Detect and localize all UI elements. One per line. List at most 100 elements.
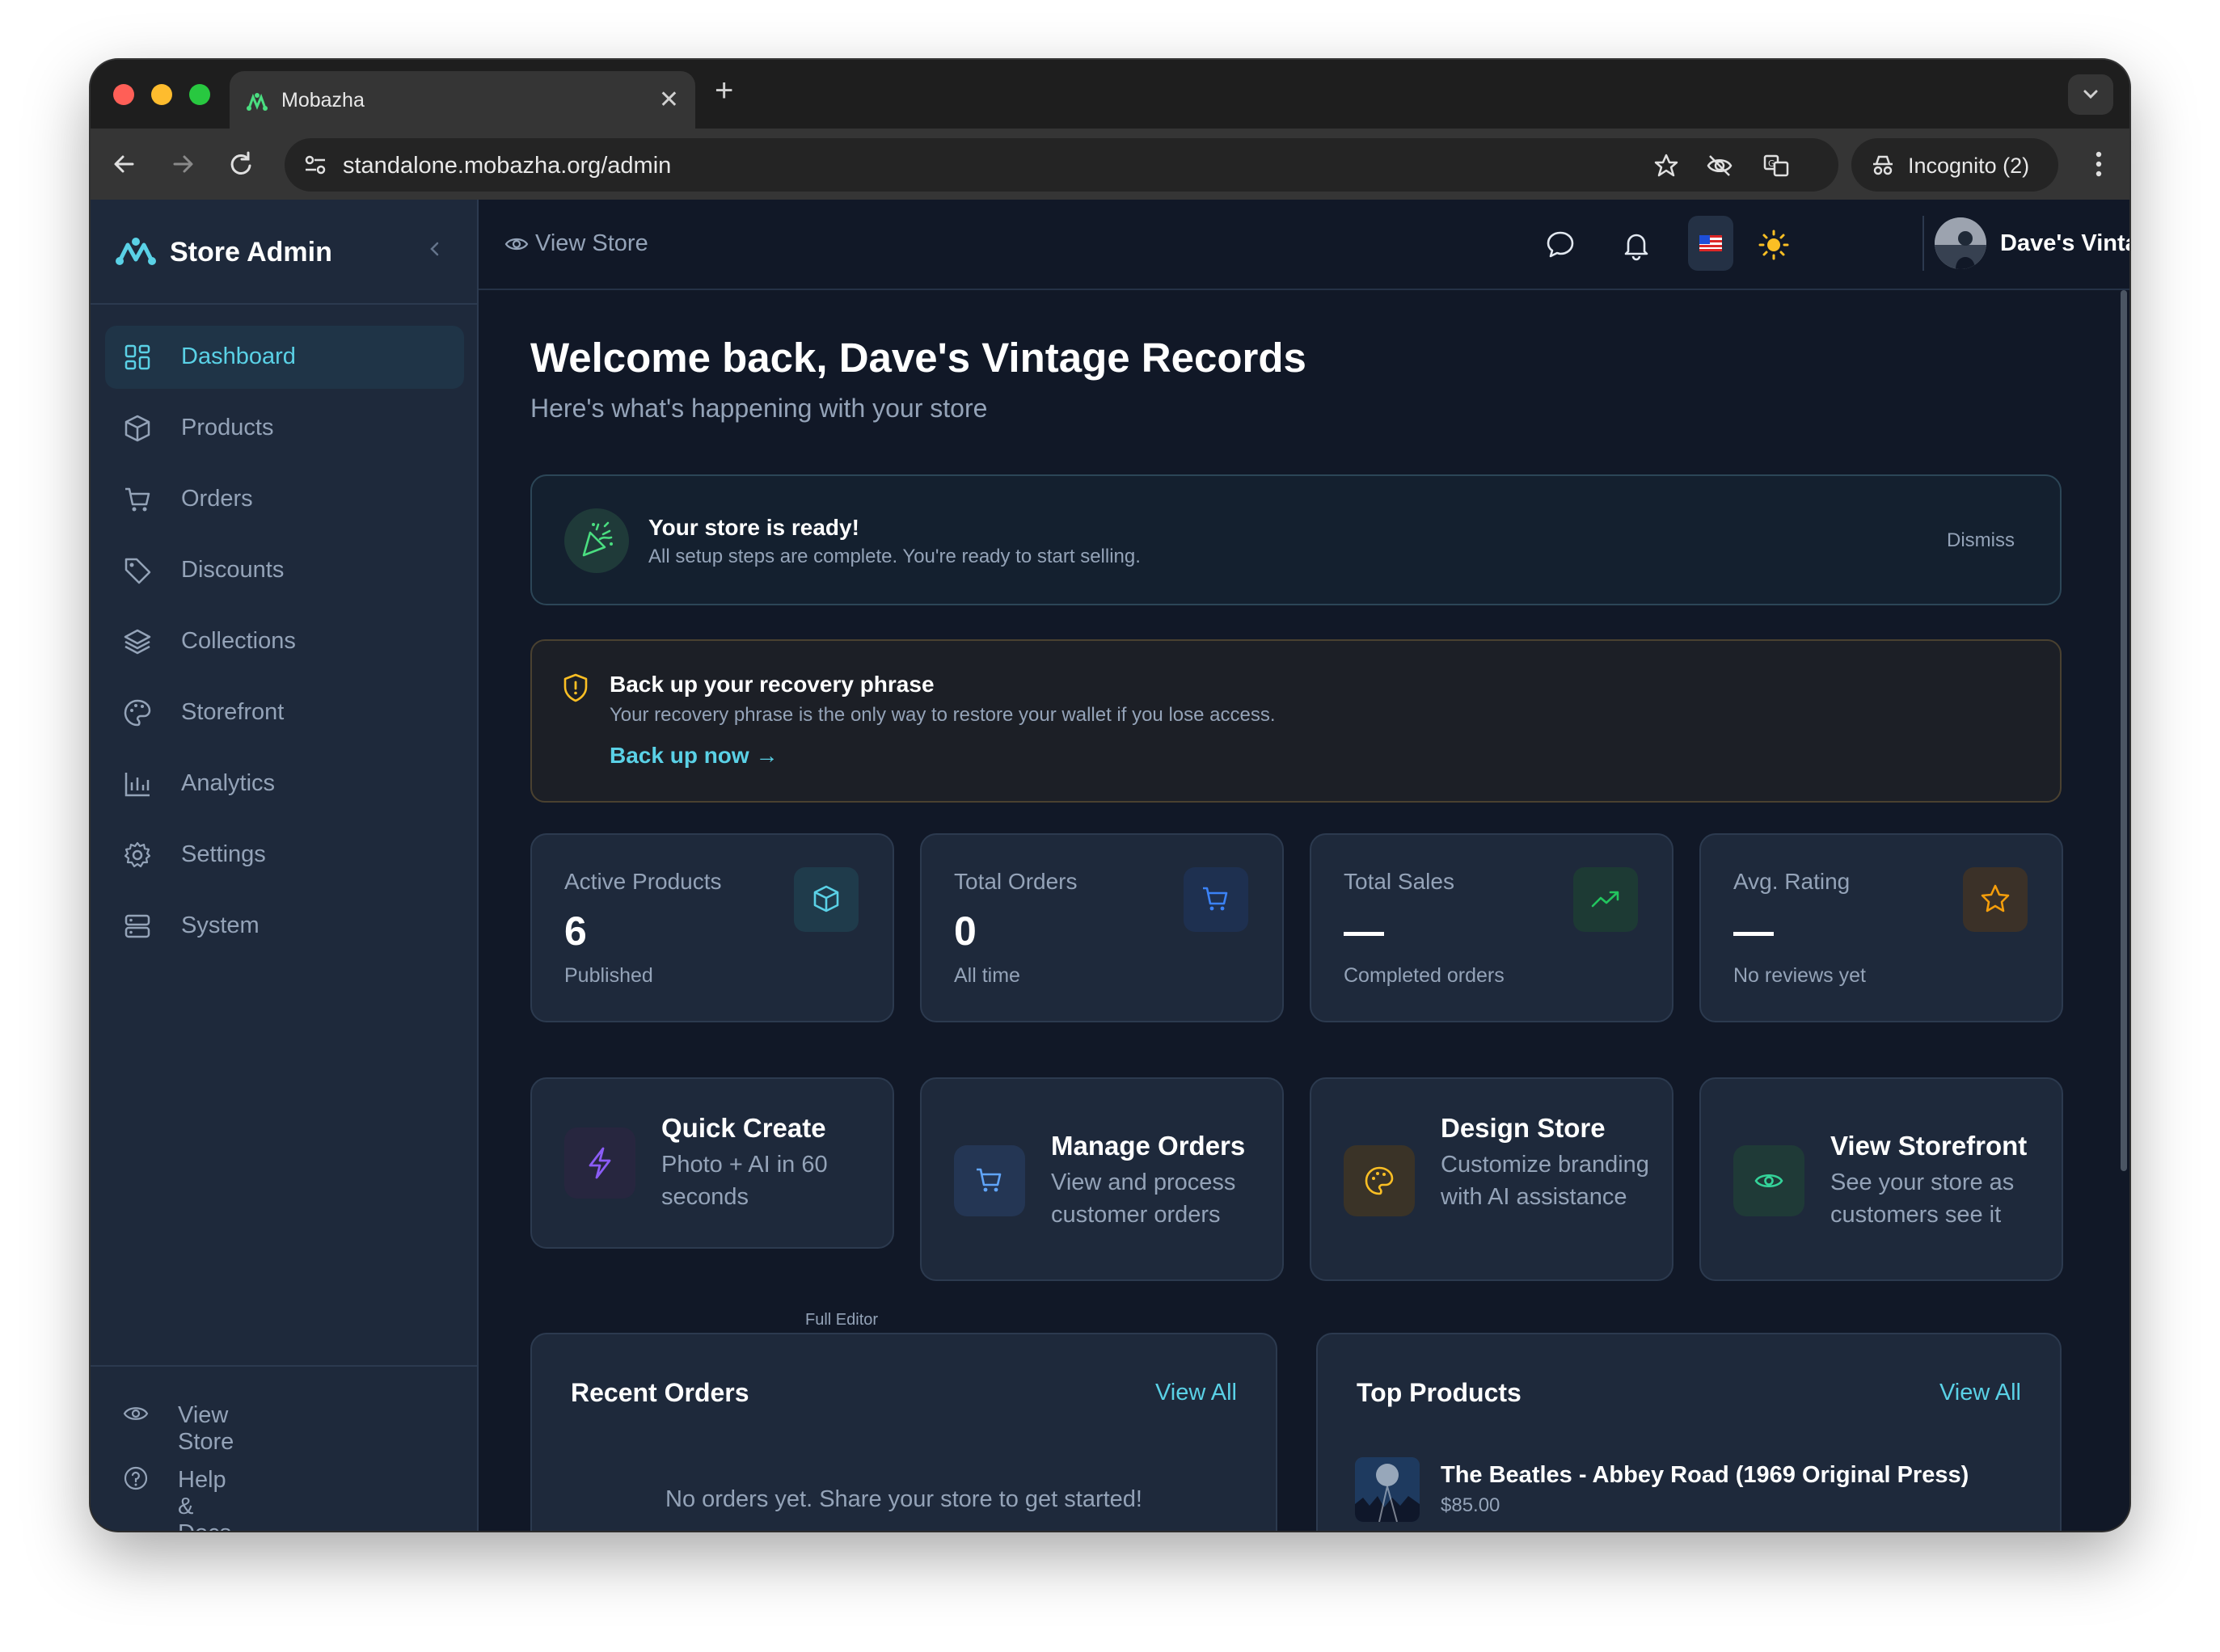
sidebar-item-analytics[interactable]: Analytics: [105, 752, 464, 815]
bell-icon[interactable]: [1620, 229, 1652, 261]
backup-subtitle: Your recovery phrase is the only way to …: [610, 704, 1276, 726]
view-all-orders-link[interactable]: View All: [1155, 1380, 1237, 1406]
stat-card-avg-rating[interactable]: Avg. Rating — No reviews yet: [1699, 833, 2063, 1022]
eye-off-icon[interactable]: [1706, 152, 1733, 179]
cart-icon: [1184, 867, 1248, 932]
collapse-sidebar-icon[interactable]: [422, 237, 446, 261]
sidebar-item-system[interactable]: System: [105, 895, 464, 958]
star-icon: [1963, 867, 2028, 932]
dismiss-button[interactable]: Dismiss: [1947, 529, 2015, 552]
eye-icon: [504, 238, 529, 251]
product-price: $85.00: [1441, 1494, 1500, 1516]
scrollbar[interactable]: [2118, 290, 2129, 1171]
sidebar-item-products[interactable]: Products: [105, 397, 464, 460]
page-subtitle: Here's what's happening with your store: [530, 394, 988, 423]
sidebar-item-label: Dashboard: [181, 343, 296, 369]
stat-card-total-sales[interactable]: Total Sales — Completed orders: [1310, 833, 1673, 1022]
divider: [91, 1365, 477, 1367]
stat-sublabel: Completed orders: [1344, 964, 1505, 987]
stat-card-active-products[interactable]: Active Products 6 Published: [530, 833, 894, 1022]
sidebar-item-label: Settings: [181, 841, 266, 867]
stat-sublabel: All time: [954, 964, 1020, 987]
translate-icon[interactable]: G: [1762, 152, 1790, 179]
chat-icon[interactable]: [1544, 229, 1576, 261]
close-window-button[interactable]: [113, 84, 134, 105]
stat-sublabel: No reviews yet: [1733, 964, 1866, 987]
browser-menu-icon[interactable]: [2092, 148, 2105, 180]
sidebar-item-discounts[interactable]: Discounts: [105, 539, 464, 602]
quick-action-subtitle: Photo + AI in 60 seconds: [661, 1152, 828, 1210]
store-ready-banner: Your store is ready! All setup steps are…: [530, 474, 2062, 605]
browser-window: Mobazha ✕ + standalone.mobazha.org/admin…: [91, 60, 2129, 1531]
tab-close-icon[interactable]: ✕: [659, 86, 679, 114]
full-editor-link[interactable]: Full Editor: [805, 1311, 878, 1330]
sidebar-item-dashboard[interactable]: Dashboard: [105, 326, 464, 389]
gear-icon: [124, 841, 151, 868]
top-products-panel: Top Products View All The Beatles - Abbe…: [1316, 1333, 2062, 1531]
dashboard-content: Welcome back, Dave's Vintage Records Her…: [479, 290, 2129, 1531]
stat-card-total-orders[interactable]: Total Orders 0 All time: [920, 833, 1284, 1022]
sidebar-item-label: Analytics: [181, 770, 276, 796]
quick-create-card[interactable]: Quick Create Photo + AI in 60 seconds: [530, 1077, 894, 1249]
panel-title: Recent Orders: [571, 1378, 749, 1407]
eye-icon: [123, 1407, 149, 1420]
quick-action-subtitle: View and process customer orders: [1051, 1169, 1236, 1228]
palette-icon: [1344, 1145, 1415, 1216]
us-flag-icon: [1699, 235, 1722, 251]
url-text: standalone.mobazha.org/admin: [343, 153, 672, 179]
backup-phrase-banner: Back up your recovery phrase Your recove…: [530, 639, 2062, 803]
browser-tab[interactable]: Mobazha ✕: [230, 71, 695, 129]
stat-value: 6: [564, 908, 587, 954]
manage-orders-card[interactable]: Manage Orders View and process customer …: [920, 1077, 1284, 1281]
bookmark-star-icon[interactable]: [1652, 152, 1680, 179]
box-icon: [794, 867, 859, 932]
layers-icon: [124, 629, 151, 655]
recent-orders-panel: Recent Orders View All No orders yet. Sh…: [530, 1333, 1277, 1531]
eye-icon: [1733, 1145, 1804, 1216]
store-name[interactable]: Dave's Vintage ...: [2000, 230, 2129, 257]
quick-action-title: Manage Orders: [1051, 1131, 1246, 1161]
quick-action-title: Design Store: [1441, 1113, 1606, 1143]
back-up-now-link[interactable]: Back up now →: [610, 743, 778, 769]
language-selector[interactable]: [1688, 216, 1733, 271]
party-popper-icon: [564, 508, 629, 573]
back-icon[interactable]: [107, 146, 142, 182]
incognito-button[interactable]: Incognito (2): [1851, 138, 2058, 192]
help-icon: [124, 1466, 148, 1490]
stat-value: —: [1733, 908, 1774, 954]
view-all-products-link[interactable]: View All: [1939, 1380, 2021, 1406]
shield-alert-icon: [563, 673, 588, 702]
divider: [1922, 216, 1924, 271]
cart-icon: [125, 487, 150, 512]
tab-search-button[interactable]: [2068, 74, 2113, 115]
mobazha-logo-icon: [116, 238, 156, 265]
page-title: Welcome back, Dave's Vintage Records: [530, 335, 1306, 381]
panel-title: Top Products: [1357, 1378, 1522, 1407]
new-tab-icon[interactable]: +: [715, 74, 733, 107]
scrollbar-thumb[interactable]: [2121, 290, 2127, 1171]
reload-icon[interactable]: [223, 146, 259, 182]
forward-icon[interactable]: [165, 146, 200, 182]
sidebar-item-orders[interactable]: Orders: [105, 468, 464, 531]
admin-app: Store Admin Dashboard Products Orders Di…: [91, 200, 2129, 1531]
bar-chart-icon: [125, 773, 150, 797]
tab-title: Mobazha: [281, 89, 365, 112]
address-bar[interactable]: standalone.mobazha.org/admin G: [285, 138, 1838, 192]
stat-label: Total Orders: [954, 869, 1078, 894]
empty-state-text: No orders yet. Share your store to get s…: [665, 1486, 1142, 1512]
sidebar-item-collections[interactable]: Collections: [105, 610, 464, 673]
maximize-window-button[interactable]: [189, 84, 210, 105]
quick-action-title: Quick Create: [661, 1113, 826, 1143]
sun-icon[interactable]: [1758, 229, 1790, 261]
ready-subtitle: All setup steps are complete. You're rea…: [648, 546, 1141, 567]
avatar[interactable]: [1935, 217, 1986, 269]
sidebar-item-settings[interactable]: Settings: [105, 824, 464, 887]
sidebar-item-storefront[interactable]: Storefront: [105, 681, 464, 744]
minimize-window-button[interactable]: [151, 84, 172, 105]
brand-title: Store Admin: [170, 237, 332, 268]
site-settings-icon[interactable]: [302, 152, 328, 178]
sidebar-item-label: System: [181, 912, 260, 938]
design-store-card[interactable]: Design Store Customize branding with AI …: [1310, 1077, 1673, 1281]
incognito-label: Incognito (2): [1908, 154, 2030, 178]
view-storefront-card[interactable]: View Storefront See your store as custom…: [1699, 1077, 2063, 1281]
